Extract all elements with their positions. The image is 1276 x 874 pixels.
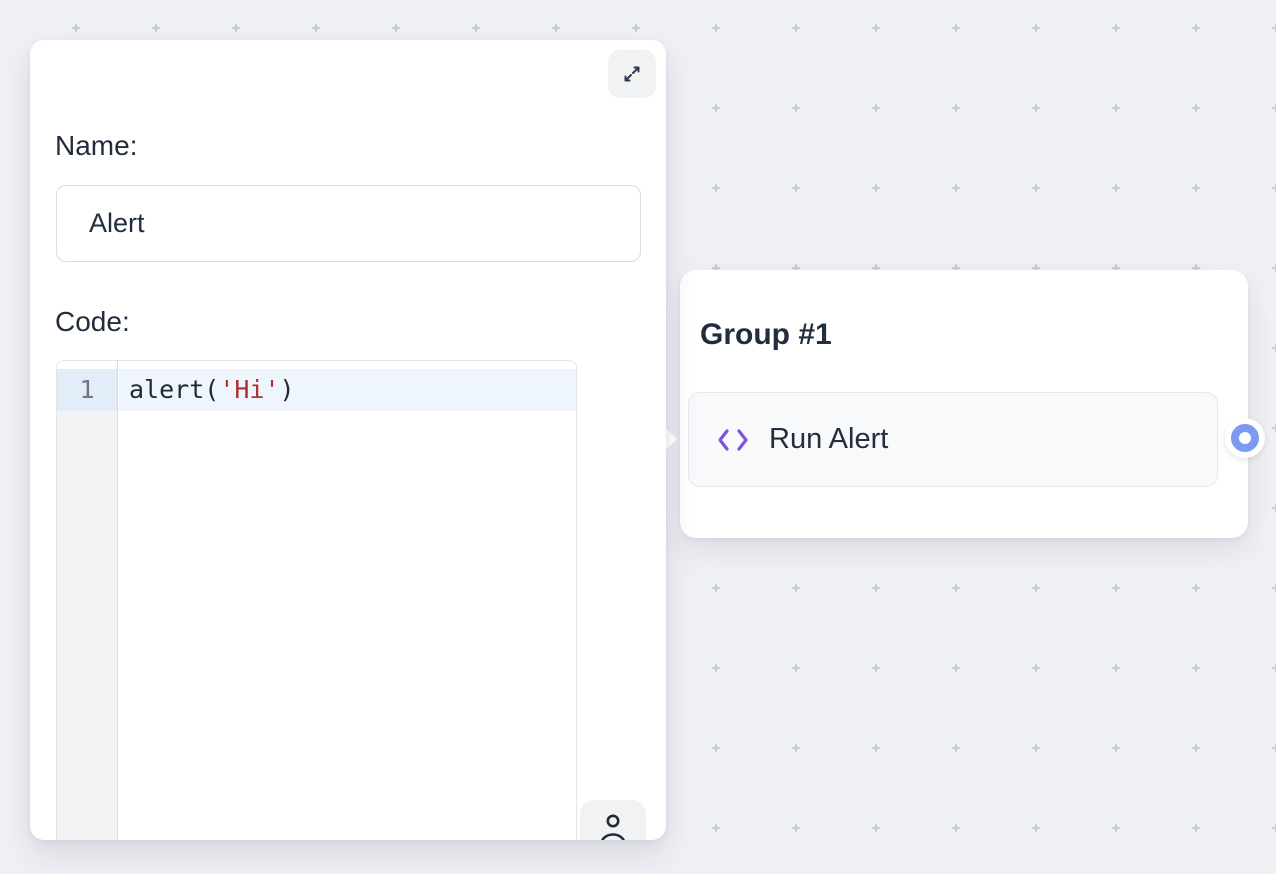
- line-number: 1: [57, 369, 117, 411]
- code-line-1: alert('Hi'): [119, 369, 576, 411]
- name-input[interactable]: [56, 185, 641, 262]
- code-editor-content[interactable]: alert('Hi'): [119, 361, 576, 840]
- code-icon: [715, 426, 751, 454]
- node-run-alert[interactable]: Run Alert: [688, 392, 1218, 487]
- code-editor-gutter: 1: [57, 361, 118, 840]
- name-label: Name:: [55, 126, 137, 166]
- expand-button[interactable]: [608, 50, 656, 98]
- code-token-paren: ): [280, 375, 295, 404]
- code-editor[interactable]: 1 alert('Hi'): [56, 360, 577, 840]
- expand-diagonal-icon: [620, 62, 644, 86]
- code-label: Code:: [55, 302, 130, 342]
- user-button[interactable]: [580, 800, 646, 840]
- group-card[interactable]: Group #1 Run Alert: [680, 270, 1248, 538]
- node-label: Run Alert: [769, 423, 888, 456]
- person-icon: [596, 812, 630, 840]
- node-editor-panel: Name: Code: 1 alert('Hi'): [30, 40, 666, 840]
- code-token-function: alert(: [129, 375, 219, 404]
- group-title: Group #1: [700, 316, 832, 354]
- connection-handle[interactable]: [1225, 418, 1265, 458]
- connection-handle-ring: [1231, 424, 1259, 452]
- code-token-string: 'Hi': [219, 375, 279, 404]
